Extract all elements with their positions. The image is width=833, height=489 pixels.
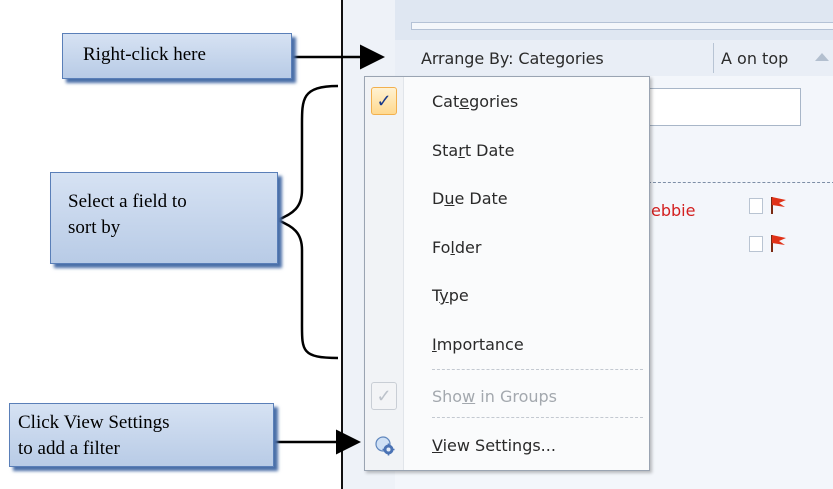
field-list-bracket — [275, 84, 339, 360]
callout-right-click: Right-click here — [62, 33, 292, 79]
callout-view-line2: to add a filter — [18, 438, 120, 459]
callout-select-line2: sort by — [68, 217, 121, 238]
callout-select-field: Select a field to sort by — [50, 172, 278, 264]
callout-select-line1: Select a field to — [68, 191, 187, 212]
callout-view-settings: Click View Settings to add a filter — [9, 403, 274, 467]
callout-view-line1: Click View Settings — [18, 412, 170, 433]
callout-right-click-text: Right-click here — [83, 44, 206, 65]
